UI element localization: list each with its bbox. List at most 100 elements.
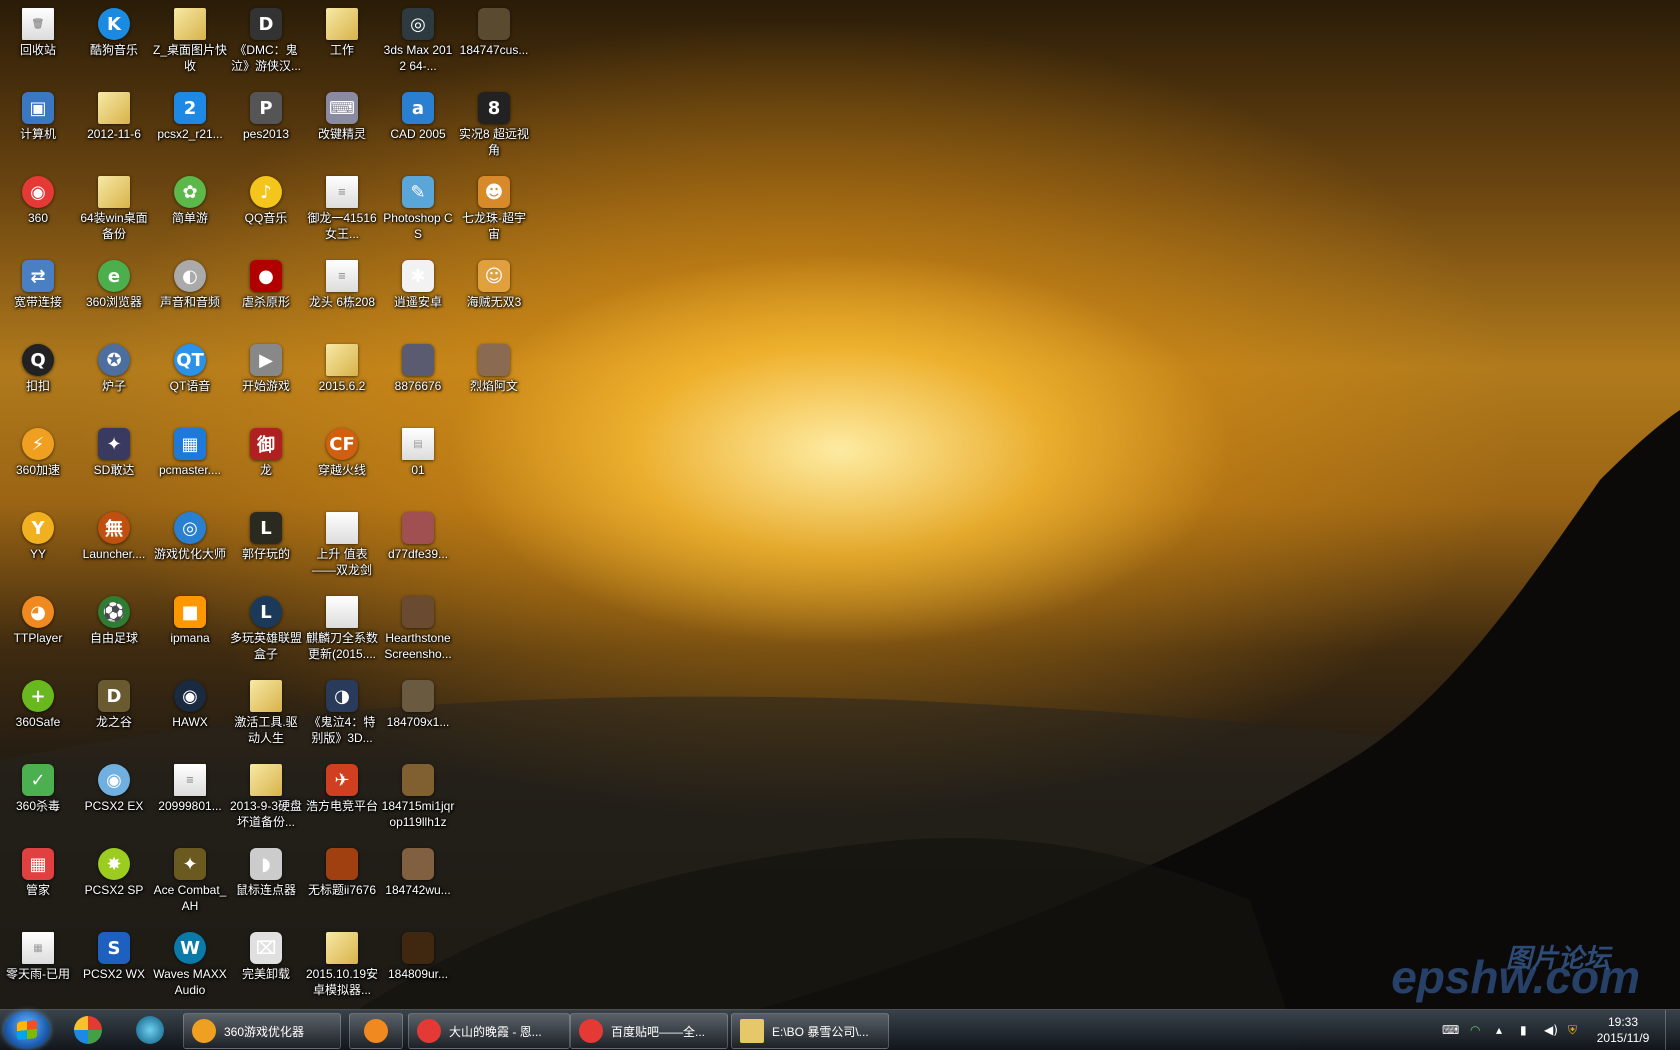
- task-browser-baidu-tieba[interactable]: 百度贴吧——全...: [570, 1013, 728, 1049]
- desktop-icon[interactable]: Y YY: [0, 506, 76, 586]
- desktop-icon[interactable]: ✦ Ace Combat_AH: [152, 842, 228, 922]
- app-icon: ◕: [22, 596, 54, 628]
- desktop-icon[interactable]: a CAD 2005: [380, 86, 456, 166]
- desktop-icon[interactable]: ◑ 《鬼泣4：特别版》3D...: [304, 674, 380, 754]
- desktop-icon[interactable]: 184715mi1jqrop119llh1z: [380, 758, 456, 838]
- network-icon[interactable]: ▮: [1520, 1023, 1534, 1037]
- desktop-icon[interactable]: K 酷狗音乐: [76, 2, 152, 82]
- app-icon: ✎: [402, 176, 434, 208]
- desktop-icon[interactable]: 2013-9-3硬盘坏道备份...: [228, 758, 304, 838]
- desktop-icon-label: 64装win桌面备份: [80, 211, 148, 241]
- desktop-icon[interactable]: 8 实况8 超远视角: [456, 86, 532, 166]
- wifi-icon[interactable]: ◠: [1470, 1023, 1484, 1037]
- desktop-icon[interactable]: 2012-11-6: [76, 86, 152, 166]
- desktop-icon[interactable]: ◗ 鼠标连点器: [228, 842, 304, 922]
- desktop-icon[interactable]: d77dfe39...: [380, 506, 456, 586]
- desktop-icon[interactable]: 184742wu...: [380, 842, 456, 922]
- desktop-icon[interactable]: 2 pcsx2_r21...: [152, 86, 228, 166]
- desktop-icon[interactable]: ⚽ 自由足球: [76, 590, 152, 670]
- pinned-360-browser[interactable]: [66, 1013, 110, 1047]
- desktop-icon[interactable]: ▦ 零天雨-已用: [0, 926, 76, 1006]
- task-browser-mountain-sunset[interactable]: 大山的晚霞 - 恩...: [408, 1013, 570, 1049]
- desktop-icon[interactable]: +360Safe: [0, 674, 76, 754]
- desktop-icon[interactable]: 工作: [304, 2, 380, 82]
- task-ttplayer[interactable]: [349, 1013, 403, 1049]
- desktop-icon[interactable]: ✱ 逍遥安卓: [380, 254, 456, 334]
- desktop-icon[interactable]: ▦ 管家: [0, 842, 76, 922]
- desktop-icon[interactable]: e 360浏览器: [76, 254, 152, 334]
- desktop-icon[interactable]: ✪ 炉子: [76, 338, 152, 418]
- desktop-icon[interactable]: ▦ pcmaster....: [152, 422, 228, 502]
- desktop-icon[interactable]: 2015.6.2: [304, 338, 380, 418]
- desktop-icon[interactable]: 無 Launcher....: [76, 506, 152, 586]
- desktop-icon[interactable]: 8876676: [380, 338, 456, 418]
- desktop-icon[interactable]: ✿ 简单游: [152, 170, 228, 250]
- show-desktop-button[interactable]: [1665, 1010, 1680, 1050]
- desktop-icon[interactable]: ☻ 七龙珠-超宇宙: [456, 170, 532, 250]
- desktop-icon[interactable]: ▶ 开始游戏: [228, 338, 304, 418]
- desktop-icon[interactable]: ⌨ 改键精灵: [304, 86, 380, 166]
- desktop-icon[interactable]: ◎ 3ds Max 2012 64-...: [380, 2, 456, 82]
- desktop-icon[interactable]: S PCSX2 WX: [76, 926, 152, 1006]
- desktop-icon[interactable]: ⚡ 360加速: [0, 422, 76, 502]
- desktop-icon[interactable]: ⌧ 完美卸载: [228, 926, 304, 1006]
- desktop-icon[interactable]: ▤ 01: [380, 422, 456, 502]
- desktop-icon[interactable]: ◐ 声音和音频: [152, 254, 228, 334]
- desktop-icon[interactable]: ▣ 计算机: [0, 86, 76, 166]
- desktop-icon[interactable]: ◕ TTPlayer: [0, 590, 76, 670]
- desktop-icon[interactable]: ✦ SD敢达: [76, 422, 152, 502]
- desktop-icon[interactable]: ⇄ 宽带连接: [0, 254, 76, 334]
- task-explorer-folder[interactable]: E:\BO 暴雪公司\...: [731, 1013, 889, 1049]
- pinned-waves-audio[interactable]: [128, 1013, 172, 1047]
- desktop-icon[interactable]: 184709x1...: [380, 674, 456, 754]
- desktop-icon[interactable]: ✈ 浩方电竞平台: [304, 758, 380, 838]
- desktop-icon[interactable]: W Waves MAXXAudio: [152, 926, 228, 1006]
- app-icon: [250, 680, 282, 712]
- desktop-icon[interactable]: ◉ HAWX: [152, 674, 228, 754]
- desktop-icon[interactable]: L 郭仔玩的: [228, 506, 304, 586]
- desktop-icon[interactable]: 激活工具.驱动人生: [228, 674, 304, 754]
- desktop-icon[interactable]: 2015.10.19安卓模拟器...: [304, 926, 380, 1006]
- security-shield-icon[interactable]: ⛨: [1568, 1023, 1582, 1037]
- app-icon: ◐: [174, 260, 206, 292]
- desktop-icon[interactable]: ◉ PCSX2 EX: [76, 758, 152, 838]
- desktop-icon[interactable]: 烈焰阿文: [456, 338, 532, 418]
- desktop-icon[interactable]: ✸ PCSX2 SP: [76, 842, 152, 922]
- clock[interactable]: 19:33 2015/11/9: [1588, 1014, 1658, 1046]
- desktop-icon[interactable]: QT QT语音: [152, 338, 228, 418]
- keyboard-icon[interactable]: ⌨: [1442, 1023, 1459, 1037]
- desktop-icon[interactable]: ♪ QQ音乐: [228, 170, 304, 250]
- desktop-icon[interactable]: Hearthstone Screensho...: [380, 590, 456, 670]
- desktop-icon[interactable]: 御龙: [228, 422, 304, 502]
- app-icon: Q: [22, 344, 54, 376]
- desktop-icon[interactable]: 184747cus...: [456, 2, 532, 82]
- desktop-icon[interactable]: Q 扣扣: [0, 338, 76, 418]
- desktop-icon[interactable]: 64装win桌面备份: [76, 170, 152, 250]
- show-hidden-icons-icon[interactable]: ▴: [1496, 1023, 1510, 1037]
- desktop-icon[interactable]: ✎ Photoshop CS: [380, 170, 456, 250]
- desktop-icon[interactable]: ◎ 游戏优化大师: [152, 506, 228, 586]
- desktop-icon[interactable]: ☺ 海贼无双3: [456, 254, 532, 334]
- desktop-icon[interactable]: 184809ur...: [380, 926, 456, 1006]
- desktop-icon[interactable]: 麒麟刀全系数更新(2015....: [304, 590, 380, 670]
- volume-icon[interactable]: ◀): [1544, 1023, 1558, 1037]
- desktop-icon[interactable]: ◉ 360: [0, 170, 76, 250]
- desktop-icon[interactable]: D 龙之谷: [76, 674, 152, 754]
- desktop-icon-label: PCSX2 SP: [84, 883, 144, 897]
- desktop-icon[interactable]: ≡ 20999801...: [152, 758, 228, 838]
- desktop-icon[interactable]: L 多玩英雄联盟盒子: [228, 590, 304, 670]
- desktop-icon[interactable]: ≡ 龙头 6栋208: [304, 254, 380, 334]
- desktop-icon[interactable]: 🗑 回收站: [0, 2, 76, 82]
- desktop-icon[interactable]: ✓ 360杀毒: [0, 758, 76, 838]
- start-button[interactable]: [4, 1011, 50, 1049]
- desktop-icon[interactable]: D 《DMC：鬼泣》游侠汉...: [228, 2, 304, 82]
- desktop-icon[interactable]: 无标题ii7676: [304, 842, 380, 922]
- desktop-icon[interactable]: 上升 值表——双龙剑: [304, 506, 380, 586]
- desktop-icon[interactable]: CF 穿越火线: [304, 422, 380, 502]
- desktop-icon[interactable]: ≡ 御龙一41516女王...: [304, 170, 380, 250]
- desktop-icon[interactable]: ■ ipmana: [152, 590, 228, 670]
- desktop-icon[interactable]: Z_桌面图片快收: [152, 2, 228, 82]
- desktop-icon[interactable]: ● 虐杀原形: [228, 254, 304, 334]
- task-360-game-optimizer[interactable]: 360游戏优化器: [183, 1013, 341, 1049]
- desktop-icon[interactable]: Ppes2013: [228, 86, 304, 166]
